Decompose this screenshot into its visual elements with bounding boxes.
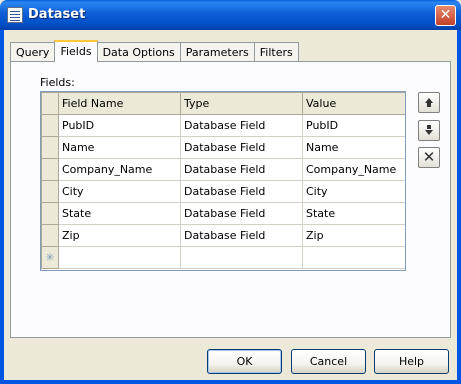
move-down-button[interactable] — [418, 120, 440, 141]
cell-field-name[interactable]: City — [58, 180, 181, 203]
move-up-button[interactable] — [418, 92, 440, 113]
window-frame-bottom — [0, 380, 461, 384]
tab-data-options[interactable]: Data Options — [96, 42, 181, 62]
window-frame-right — [457, 30, 461, 384]
cell-type[interactable]: Database Field — [180, 224, 303, 247]
fields-tab-panel: Fields: Field Name Type Value PubID Data… — [10, 61, 451, 338]
delete-field-button[interactable]: ✕ — [418, 147, 440, 168]
table-row[interactable]: Name Database Field Name — [41, 136, 405, 159]
table-row[interactable]: PubID Database Field PubID — [41, 114, 405, 137]
new-cell-type[interactable] — [180, 246, 303, 269]
table-row[interactable]: State Database Field State — [41, 202, 405, 225]
cell-type[interactable]: Database Field — [180, 136, 303, 159]
cell-value[interactable]: Name — [302, 136, 405, 159]
arrow-down-icon — [425, 125, 433, 135]
cell-type[interactable]: Database Field — [180, 180, 303, 203]
table-row[interactable]: Company_Name Database Field Company_Name — [41, 158, 405, 181]
table-row[interactable]: City Database Field City — [41, 180, 405, 203]
cell-value[interactable]: City — [302, 180, 405, 203]
cell-value[interactable]: Zip — [302, 224, 405, 247]
cell-field-name[interactable]: Name — [58, 136, 181, 159]
cell-value[interactable]: PubID — [302, 114, 405, 137]
row-selector[interactable] — [41, 114, 59, 137]
row-selector[interactable] — [41, 224, 59, 247]
cell-field-name[interactable]: Zip — [58, 224, 181, 247]
new-row-asterisk-icon: ✳ — [41, 246, 59, 269]
title-bar: Dataset ✕ — [0, 0, 461, 30]
cell-type[interactable]: Database Field — [180, 114, 303, 137]
column-header-value[interactable]: Value — [302, 92, 405, 115]
row-selector[interactable] — [41, 202, 59, 225]
column-header-field-name[interactable]: Field Name — [58, 92, 181, 115]
fields-grid[interactable]: Field Name Type Value PubID Database Fie… — [40, 91, 406, 271]
cell-value[interactable]: State — [302, 202, 405, 225]
new-cell-value[interactable] — [302, 246, 405, 269]
dataset-icon — [7, 7, 23, 23]
window-title: Dataset — [28, 7, 86, 22]
new-row[interactable]: ✳ — [41, 246, 405, 269]
tab-parameters[interactable]: Parameters — [179, 42, 255, 62]
tab-fields[interactable]: Fields — [54, 40, 98, 62]
new-cell-field-name[interactable] — [58, 246, 181, 269]
cell-field-name[interactable]: State — [58, 202, 181, 225]
column-header-type[interactable]: Type — [180, 92, 303, 115]
tab-query[interactable]: Query — [10, 42, 56, 62]
delete-x-icon: ✕ — [422, 148, 436, 166]
window-frame-left — [0, 30, 4, 384]
cancel-button[interactable]: Cancel — [291, 349, 366, 374]
close-button[interactable]: ✕ — [435, 5, 456, 26]
cell-type[interactable]: Database Field — [180, 158, 303, 181]
grid-header-row: Field Name Type Value — [41, 92, 405, 115]
ok-button[interactable]: OK — [207, 349, 282, 374]
table-row[interactable]: Zip Database Field Zip — [41, 224, 405, 247]
cell-field-name[interactable]: Company_Name — [58, 158, 181, 181]
row-selector[interactable] — [41, 158, 59, 181]
fields-label: Fields: — [40, 76, 75, 89]
cell-field-name[interactable]: PubID — [58, 114, 181, 137]
row-selector[interactable] — [41, 180, 59, 203]
arrow-up-icon — [425, 98, 433, 107]
tab-filters[interactable]: Filters — [253, 42, 299, 62]
row-selector-header[interactable] — [41, 92, 59, 115]
help-button[interactable]: Help — [374, 349, 449, 374]
tab-strip: Query Fields Data Options Parameters Fil… — [10, 40, 299, 62]
cell-type[interactable]: Database Field — [180, 202, 303, 225]
row-selector[interactable] — [41, 136, 59, 159]
cell-value[interactable]: Company_Name — [302, 158, 405, 181]
